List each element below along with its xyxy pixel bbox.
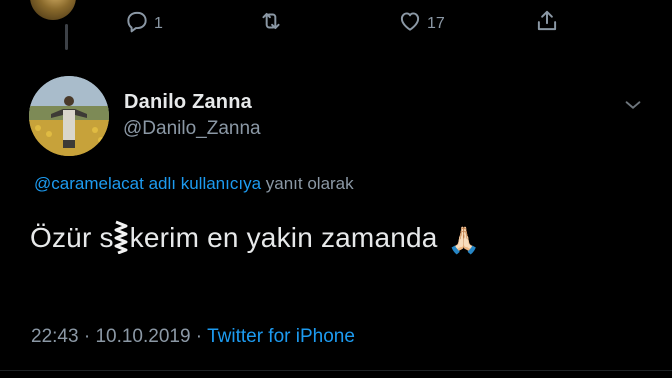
meta-separator: · <box>190 326 208 347</box>
tweet-source-link[interactable]: Twitter for iPhone <box>207 326 355 347</box>
tweet-date: 10.10.2019 <box>95 326 191 347</box>
divider <box>0 370 672 371</box>
tweet-metadata: 22:43 · 10.10.2019 · Twitter for iPhone <box>31 326 355 348</box>
censor-scribble <box>113 220 129 255</box>
tweet-time: 22:43 <box>31 326 79 347</box>
like-count: 17 <box>427 14 445 32</box>
share-icon <box>534 8 560 39</box>
previous-tweet-action-bar: 1 17 <box>0 8 672 42</box>
tweet-text-part-2: kerim en yakin zamanda <box>129 222 438 253</box>
user-handle[interactable]: @Danilo_Zanna <box>123 118 261 140</box>
tweet-options-button[interactable] <box>622 94 644 116</box>
reply-context: @caramelacat adlı kullanıcıya yanıt olar… <box>34 174 354 194</box>
reply-button[interactable]: 1 <box>124 8 163 39</box>
like-button[interactable]: 17 <box>397 8 445 39</box>
reply-count: 1 <box>154 14 163 32</box>
reply-icon <box>124 8 150 39</box>
like-icon <box>397 8 423 39</box>
profile-avatar[interactable] <box>29 76 109 156</box>
tweet-text-part-1: Özür s <box>30 222 114 253</box>
retweet-button[interactable] <box>258 8 288 39</box>
folded-hands-emoji: 🙏🏻 <box>447 225 481 255</box>
meta-separator: · <box>78 326 96 347</box>
reply-mention-link[interactable]: @caramelacat adlı kullanıcıya <box>34 174 261 193</box>
share-button[interactable] <box>534 8 560 39</box>
retweet-icon <box>258 8 284 39</box>
avatar-photo-icon <box>29 76 109 156</box>
reply-context-suffix: yanıt olarak <box>261 174 354 193</box>
display-name[interactable]: Danilo Zanna <box>124 91 252 114</box>
chevron-down-icon <box>622 101 644 120</box>
tweet-text: Özür s kerim en yakin zamanda 🙏🏻 <box>30 220 480 256</box>
